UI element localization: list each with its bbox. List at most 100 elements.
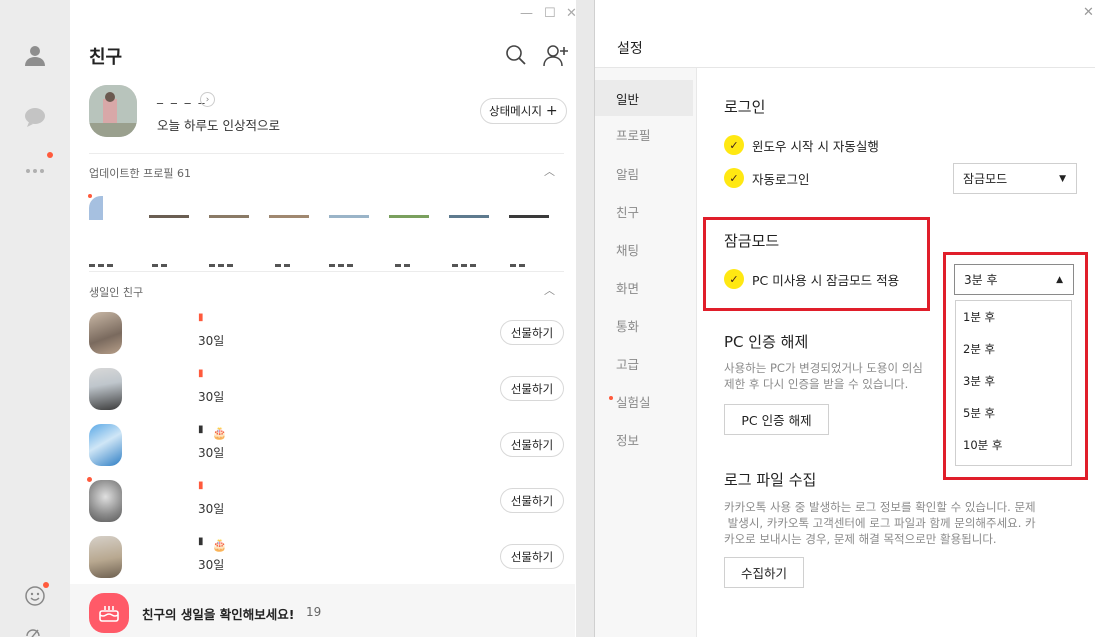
log-desc-line: 카오로 보내시는 경우, 문제 해결 목적으로만 활용됩니다. (724, 532, 997, 546)
birthday-days: 30일 (198, 334, 225, 348)
collapse-birthday-icon[interactable]: ︿ (544, 282, 555, 298)
pc-auth-heading: PC 인증 해제 (724, 333, 809, 351)
birthday-banner-text: 친구의 생일을 확인해보세요! (142, 607, 295, 622)
collapse-updated-icon[interactable]: ︿ (544, 163, 555, 179)
icon-rail (0, 0, 70, 637)
friend-name: ▮ (198, 312, 204, 323)
updated-profile-thumb[interactable] (329, 196, 369, 220)
divider (89, 271, 564, 272)
new-dot (609, 396, 613, 400)
auto-login-select[interactable]: 잠금모드 ▼ (953, 163, 1077, 194)
updated-profile-name (395, 252, 435, 267)
birthday-days: 30일 (198, 446, 225, 460)
log-desc-line: 카카오톡 사용 중 발생하는 로그 정보를 확인할 수 있습니다. 문제 (724, 500, 1036, 514)
gift-button[interactable]: 선물하기 (500, 544, 564, 569)
log-collect-heading: 로그 파일 수집 (724, 471, 817, 489)
emoticon-new-dot (43, 582, 49, 588)
updated-profile-name (452, 252, 492, 267)
nav-chat[interactable]: 채팅 (595, 231, 697, 267)
updated-profiles-label: 업데이트한 프로필 (89, 167, 174, 180)
background-strip (576, 0, 594, 637)
nav-call[interactable]: 통화 (595, 307, 697, 343)
settings-icon[interactable] (22, 622, 48, 637)
nav-notifications[interactable]: 알림 (595, 155, 697, 191)
my-profile-name[interactable]: _ _ _ _ (157, 90, 206, 104)
settings-title: 설정 (617, 41, 643, 57)
birthday-days: 30일 (198, 558, 225, 572)
birthday-days: 30일 (198, 390, 225, 404)
avatar[interactable] (89, 424, 122, 466)
nav-advanced[interactable]: 고급 (595, 345, 697, 381)
chevron-right-icon[interactable]: › (200, 92, 215, 107)
birthday-friend-row[interactable]: ▮ 30일 선물하기 (70, 477, 588, 536)
auto-login-select-value: 잠금모드 (963, 172, 1008, 186)
auto-start-checkbox[interactable]: ✓ 윈도우 시작 시 자동실행 (724, 135, 879, 155)
chat-icon[interactable] (22, 104, 48, 130)
updated-profiles-count: 61 (176, 167, 191, 180)
birthday-cake-icon (89, 593, 129, 633)
birthday-banner-count: 19 (306, 605, 322, 619)
nav-info[interactable]: 정보 (595, 421, 697, 457)
birthday-friend-row[interactable]: ▮ 🎂 30일 선물하기 (70, 424, 588, 480)
updated-profile-thumb[interactable] (509, 196, 549, 220)
updated-profile-thumb[interactable] (389, 196, 429, 220)
search-icon[interactable] (505, 44, 529, 68)
nav-friends[interactable]: 친구 (595, 193, 697, 229)
birthday-days: 30일 (198, 502, 225, 516)
avatar[interactable] (89, 536, 122, 578)
login-heading: 로그인 (724, 98, 766, 116)
highlight-box-lock-mode (703, 217, 930, 311)
maximize-button[interactable]: ☐ (544, 6, 556, 21)
gift-button[interactable]: 선물하기 (500, 320, 564, 345)
nav-display[interactable]: 화면 (595, 269, 697, 305)
avatar[interactable] (89, 480, 122, 522)
updated-profile-thumb[interactable] (89, 196, 129, 220)
notification-dot (47, 152, 53, 158)
updated-profile-name (89, 252, 129, 267)
avatar[interactable] (89, 312, 122, 354)
auto-login-checkbox[interactable]: ✓ 자동로그인 (724, 168, 810, 188)
updated-profiles-header[interactable]: 업데이트한 프로필 61 (89, 165, 191, 181)
collect-logs-button[interactable]: 수집하기 (724, 557, 804, 588)
add-friend-icon[interactable] (543, 44, 568, 68)
person-icon[interactable] (22, 42, 48, 68)
settings-sidebar: 일반 프로필 알림 친구 채팅 화면 통화 고급 실험실 정보 (595, 68, 697, 637)
birthday-banner[interactable]: 친구의 생일을 확인해보세요! 19 (70, 584, 575, 637)
updated-profile-name (510, 252, 550, 267)
status-message-button[interactable]: 상태메시지 + (480, 98, 567, 124)
status-message-button-label: 상태메시지 (489, 104, 542, 118)
settings-window: 설정 ✕ 일반 프로필 알림 친구 채팅 화면 통화 고급 실험실 정보 로그인… (594, 0, 1095, 637)
updated-profile-thumb[interactable] (209, 196, 249, 220)
auto-start-label: 윈도우 시작 시 자동실행 (752, 138, 879, 154)
pc-auth-release-button[interactable]: PC 인증 해제 (724, 404, 829, 435)
friend-name: ▮ (198, 480, 204, 491)
updated-profile-thumb[interactable] (149, 196, 189, 220)
friend-name: ▮ (198, 536, 204, 547)
avatar[interactable] (89, 368, 122, 410)
nav-general[interactable]: 일반 (595, 80, 693, 116)
plus-icon: + (545, 103, 558, 119)
birthday-friends-label[interactable]: 생일인 친구 (89, 284, 143, 300)
close-icon[interactable]: ✕ (1083, 5, 1094, 20)
birthday-friend-row[interactable]: ▮ 30일 선물하기 (70, 312, 588, 368)
nav-lab[interactable]: 실험실 (595, 383, 697, 419)
updated-profile-name (275, 252, 315, 267)
nav-lab-label: 실험실 (616, 394, 651, 410)
gift-button[interactable]: 선물하기 (500, 432, 564, 457)
updated-profile-thumb[interactable] (269, 196, 309, 220)
more-icon[interactable] (22, 157, 48, 183)
my-profile-avatar[interactable] (89, 85, 137, 137)
birthday-friend-row[interactable]: ▮ 30일 선물하기 (70, 368, 588, 424)
auto-login-label: 자동로그인 (752, 171, 810, 187)
chevron-down-icon: ▼ (1059, 173, 1066, 184)
updated-profile-name (329, 252, 369, 267)
friend-name: ▮ (198, 424, 204, 435)
new-dot (87, 477, 92, 482)
updated-profile-name (152, 252, 192, 267)
gift-button[interactable]: 선물하기 (500, 376, 564, 401)
minimize-button[interactable]: — (520, 6, 533, 21)
updated-profile-thumb[interactable] (449, 196, 489, 220)
nav-profile[interactable]: 프로필 (595, 116, 697, 152)
gift-button[interactable]: 선물하기 (500, 488, 564, 513)
divider (89, 153, 564, 154)
